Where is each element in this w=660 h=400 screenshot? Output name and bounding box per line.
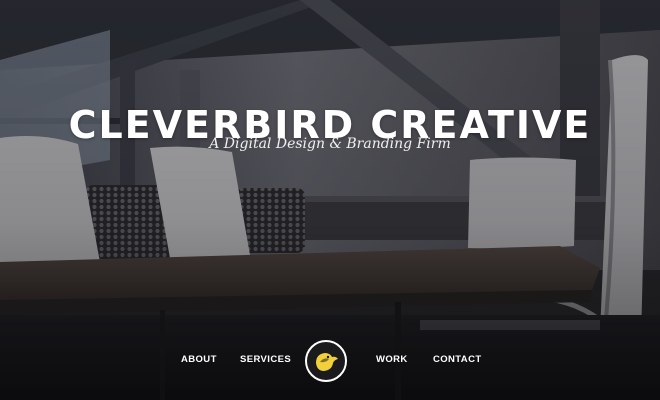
hero-section: CLEVERBIRD CREATIVE A Digital Design & B… bbox=[0, 0, 660, 400]
cleverbird-logo-icon[interactable] bbox=[305, 340, 347, 382]
nav-link-contact[interactable]: CONTACT bbox=[433, 354, 482, 365]
bird-icon bbox=[316, 353, 338, 371]
nav-link-about[interactable]: ABOUT bbox=[181, 354, 217, 365]
main-nav: ABOUT SERVICES WORK CONTACT bbox=[0, 340, 660, 382]
tagline: A Digital Design & Branding Firm bbox=[209, 136, 451, 152]
nav-link-services[interactable]: SERVICES bbox=[240, 354, 291, 365]
nav-link-work[interactable]: WORK bbox=[376, 354, 408, 365]
